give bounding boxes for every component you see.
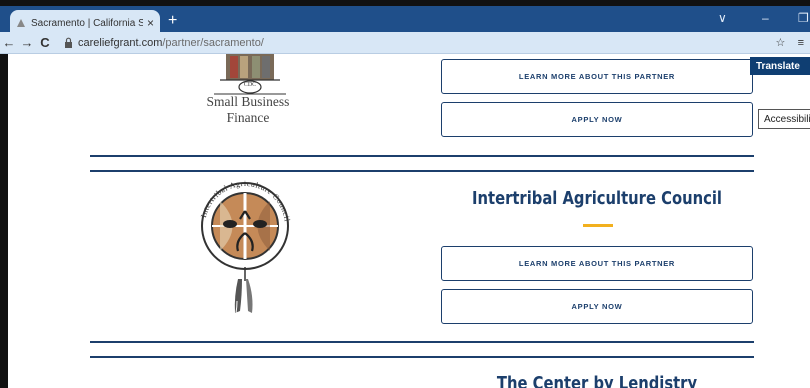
- window-frame-edge: [0, 54, 8, 388]
- minimize-icon[interactable]: –: [762, 11, 769, 25]
- sbf-logo-text: Small Business Finance: [206, 94, 290, 125]
- url-field[interactable]: careliefgrant.com/partner/sacramento/: [78, 37, 264, 49]
- url-domain: careliefgrant.com: [78, 36, 163, 49]
- learn-more-button[interactable]: LEARN MORE ABOUT THIS PARTNER: [441, 246, 753, 281]
- reading-list-icon[interactable]: ≡: [798, 37, 804, 49]
- section-divider: [90, 356, 754, 358]
- restore-icon[interactable]: ❐: [798, 11, 809, 25]
- new-tab-button[interactable]: +: [168, 12, 177, 30]
- lock-icon[interactable]: [64, 37, 73, 48]
- cdc-badge-text: CDC: [243, 82, 257, 88]
- reload-icon[interactable]: C: [36, 35, 54, 50]
- apply-now-button[interactable]: APPLY NOW: [441, 289, 753, 324]
- learn-more-button[interactable]: LEARN MORE ABOUT THIS PARTNER: [441, 59, 753, 94]
- section-divider: [90, 155, 754, 157]
- cdc-logo-icon: [214, 54, 286, 95]
- bookmark-star-icon[interactable]: ☆: [775, 37, 785, 49]
- tab-close-icon[interactable]: ×: [147, 16, 154, 30]
- apply-now-button[interactable]: APPLY NOW: [441, 102, 753, 137]
- page-content: CDC Small Business Finance LEARN MORE AB…: [0, 54, 810, 388]
- partner-name-heading: The Center by Lendistry: [496, 373, 698, 388]
- url-path: /partner/sacramento/: [162, 36, 264, 49]
- intertribal-agriculture-council-logo-icon: Intertribal Agriculture Council: [199, 179, 291, 314]
- tab-search-chevron-icon[interactable]: ∨: [718, 11, 727, 25]
- tab-title: Sacramento | California Small Bu: [31, 17, 143, 29]
- browser-tab-bar: Sacramento | California Small Bu × + ∨ –…: [0, 0, 810, 36]
- back-icon[interactable]: ←: [0, 35, 18, 50]
- favicon-icon: [17, 19, 25, 27]
- address-bar: ← → C careliefgrant.com/partner/sacramen…: [0, 32, 810, 54]
- forward-icon[interactable]: →: [18, 35, 36, 50]
- heading-accent-bar: [583, 224, 613, 227]
- translate-widget-button[interactable]: Translate: [750, 57, 810, 75]
- section-divider: [90, 341, 754, 343]
- accessibility-widget-button[interactable]: Accessibili: [758, 109, 810, 129]
- partner-name-heading: Intertribal Agriculture Council: [472, 188, 722, 209]
